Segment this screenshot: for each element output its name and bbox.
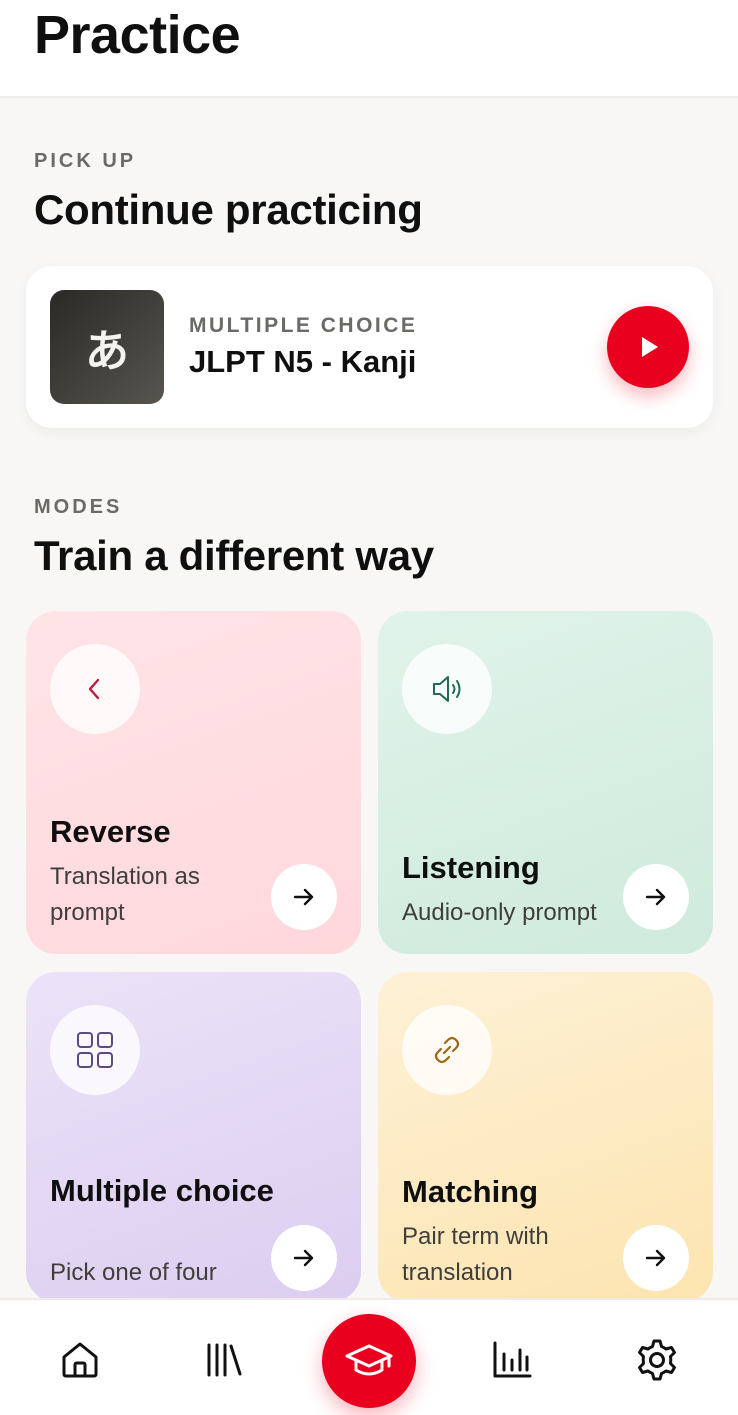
arrow-right-icon: [293, 1249, 314, 1267]
mode-icon-circle: [50, 644, 140, 734]
chevron-left-icon: [88, 678, 100, 700]
nav-settings[interactable]: [627, 1330, 687, 1390]
open-listening-button[interactable]: [623, 864, 689, 930]
link-icon: [434, 1036, 460, 1064]
modes-eyebrow: MODES: [34, 496, 123, 518]
mode-card-reverse[interactable]: Reverse Translation as prompt: [26, 611, 361, 954]
mode-icon-circle: [50, 1005, 140, 1095]
mode-icon-circle: [402, 644, 492, 734]
open-matching-button[interactable]: [623, 1225, 689, 1291]
bottom-navigation: [0, 1298, 738, 1415]
modes-title: Train a different way: [34, 532, 434, 579]
speaker-icon: [433, 676, 461, 702]
mode-title: Multiple choice: [50, 1173, 274, 1208]
nav-library[interactable]: [194, 1330, 254, 1390]
page-title: Practice: [34, 5, 241, 65]
pickup-eyebrow: PICK UP: [34, 150, 137, 172]
mode-icon-circle: [402, 1005, 492, 1095]
arrow-right-icon: [645, 888, 666, 906]
deck-thumbnail: あ: [50, 290, 164, 404]
mode-description: Translation as prompt: [50, 863, 200, 926]
open-reverse-button[interactable]: [271, 864, 337, 930]
open-multiple-choice-button[interactable]: [271, 1225, 337, 1291]
mode-title: Matching: [402, 1174, 539, 1209]
mode-title: Reverse: [50, 814, 171, 849]
continue-card[interactable]: あ MULTIPLE CHOICE JLPT N5 - Kanji: [26, 266, 713, 428]
arrow-right-icon: [293, 888, 314, 906]
mode-title: Listening: [402, 850, 540, 885]
nav-home[interactable]: [50, 1330, 110, 1390]
mode-description: Pair term with translation: [402, 1223, 549, 1286]
deck-mode-label: MULTIPLE CHOICE: [189, 314, 418, 337]
top-header: Practice: [0, 0, 738, 98]
mode-description: Pick one of four: [50, 1259, 217, 1286]
play-button[interactable]: [607, 306, 689, 388]
settings-icon: [638, 1339, 676, 1381]
deck-name: JLPT N5 - Kanji: [189, 344, 417, 379]
play-icon: [642, 337, 658, 357]
mode-card-listening[interactable]: Listening Audio-only prompt: [378, 611, 713, 954]
home-icon: [62, 1342, 98, 1378]
practice-icon: [345, 1344, 393, 1376]
pickup-title: Continue practicing: [34, 186, 423, 233]
arrow-right-icon: [645, 1249, 666, 1267]
grid-icon: [77, 1032, 113, 1068]
mode-description: Audio-only prompt: [402, 899, 597, 926]
mode-card-matching[interactable]: Matching Pair term with translation: [378, 972, 713, 1302]
library-icon: [207, 1343, 242, 1377]
mode-card-multiple-choice[interactable]: Multiple choice Pick one of four: [26, 972, 361, 1302]
nav-practice[interactable]: [322, 1314, 416, 1408]
stats-icon: [493, 1341, 532, 1378]
nav-stats[interactable]: [482, 1330, 542, 1390]
